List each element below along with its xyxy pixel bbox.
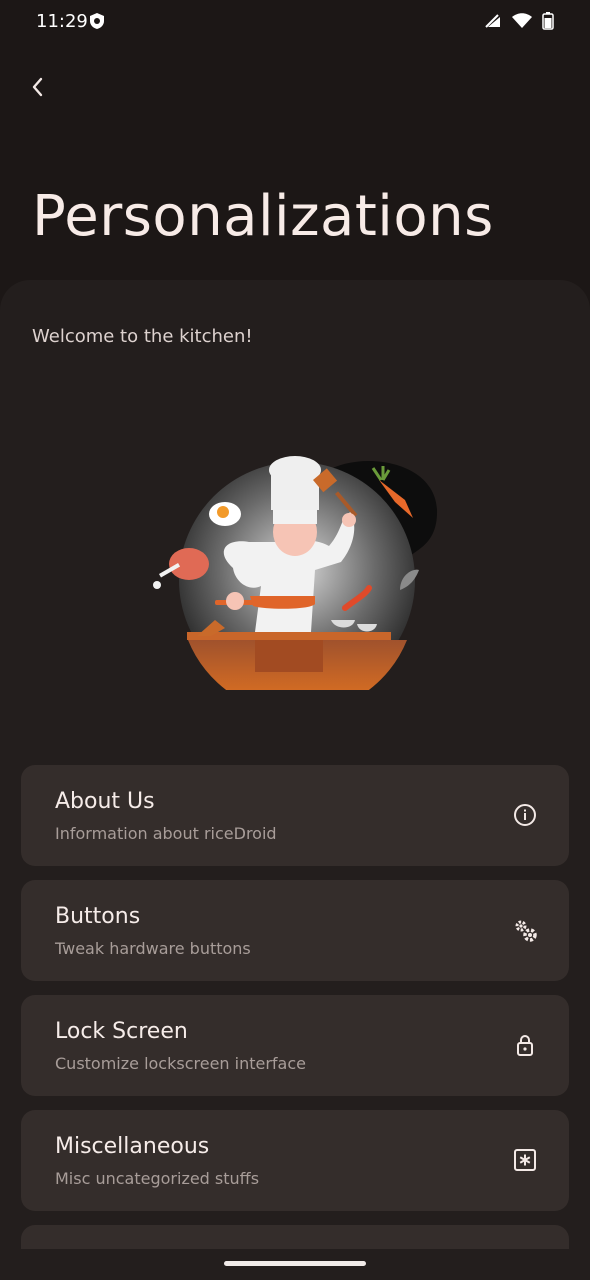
asterisk-box-icon — [513, 1148, 537, 1172]
page-title: Personalizations — [32, 184, 494, 249]
card-title: Miscellaneous — [55, 1134, 210, 1159]
card-about-us[interactable]: About Us Information about riceDroid — [21, 765, 569, 866]
gears-icon — [513, 918, 537, 942]
card-title: Lock Screen — [55, 1019, 188, 1044]
wifi-icon — [512, 13, 532, 33]
card-lock-screen[interactable]: Lock Screen Customize lockscreen interfa… — [21, 995, 569, 1096]
card-title: Buttons — [55, 904, 141, 929]
status-bar: 11:29 — [0, 0, 590, 44]
gesture-nav-bar[interactable] — [224, 1261, 366, 1266]
card-subtitle: Misc uncategorized stuffs — [55, 1169, 260, 1188]
status-time: 11:29 — [36, 11, 88, 32]
wifi-calling-icon — [484, 13, 502, 33]
card-partial[interactable] — [21, 1225, 569, 1249]
info-icon — [513, 803, 537, 827]
welcome-text: Welcome to the kitchen! — [32, 326, 253, 347]
card-subtitle: Tweak hardware buttons — [55, 939, 251, 958]
card-buttons[interactable]: Buttons Tweak hardware buttons — [21, 880, 569, 981]
lock-icon — [513, 1033, 537, 1057]
card-miscellaneous[interactable]: Miscellaneous Misc uncategorized stuffs — [21, 1110, 569, 1211]
chevron-left-icon — [32, 77, 43, 97]
shield-icon — [89, 12, 105, 34]
card-subtitle: Customize lockscreen interface — [55, 1054, 306, 1073]
card-subtitle: Information about riceDroid — [55, 824, 277, 843]
back-button[interactable] — [22, 72, 52, 102]
battery-icon — [542, 12, 554, 34]
chef-illustration — [145, 450, 445, 715]
status-icons — [484, 12, 554, 34]
card-title: About Us — [55, 789, 155, 814]
